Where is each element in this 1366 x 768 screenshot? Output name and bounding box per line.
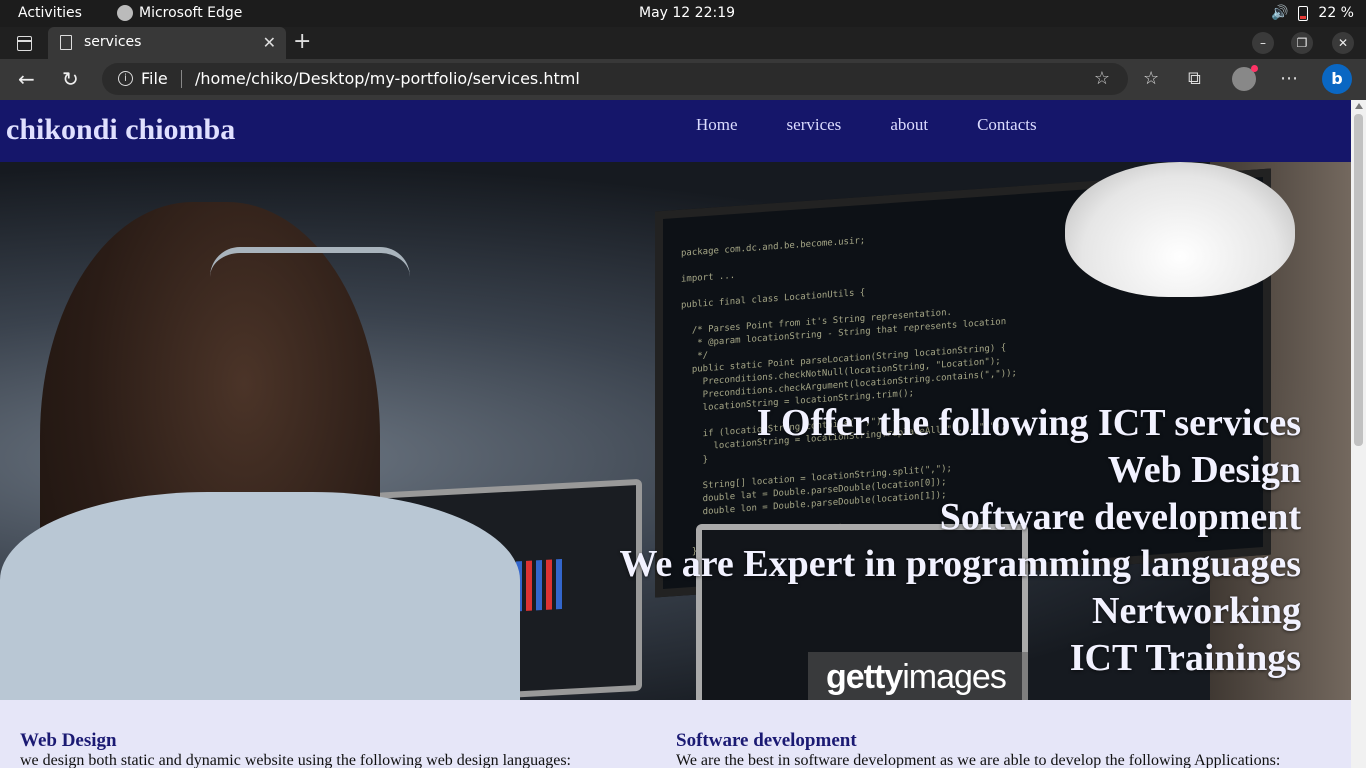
service-title: Web Design (20, 730, 117, 751)
collections-icon[interactable]: ⧉ (1188, 68, 1201, 89)
close-window-button[interactable]: ✕ (1332, 32, 1354, 54)
clock[interactable]: May 12 22:19 (639, 5, 735, 21)
app-menu[interactable]: Microsoft Edge (117, 5, 242, 21)
web-page: chikondi chiomba Home services about Con… (0, 100, 1351, 768)
battery-icon (1298, 5, 1309, 21)
plus-icon[interactable]: + (293, 29, 311, 54)
hero-banner: package com.dc.and.be.become.usir; impor… (0, 162, 1351, 700)
back-icon[interactable]: ← (18, 67, 35, 91)
address-separator (181, 70, 182, 88)
nav-home[interactable]: Home (696, 115, 738, 135)
site-brand: chikondi chiomba (6, 113, 236, 146)
edge-icon (117, 5, 133, 21)
hero-line: I Offer the following ICT services (756, 402, 1301, 444)
tab-title: services (84, 34, 142, 50)
info-icon[interactable]: i (118, 71, 133, 86)
address-bar[interactable]: i File /home/chiko/Desktop/my-portfolio/… (102, 63, 1128, 95)
hero-line: Nertworking (1092, 590, 1301, 632)
scrollbar-thumb[interactable] (1354, 114, 1363, 446)
service-title: Software development (676, 730, 857, 751)
browser-toolbar: ← ↻ i File /home/chiko/Desktop/my-portfo… (0, 59, 1366, 100)
hero-line: ICT Trainings (1069, 637, 1301, 679)
hero-line: Software development (939, 496, 1301, 538)
scroll-up-icon[interactable] (1355, 103, 1363, 109)
refresh-icon[interactable]: ↻ (62, 67, 79, 91)
address-scheme-label: File (141, 69, 168, 88)
hero-lamp (1065, 162, 1295, 297)
site-nav: Home services about Contacts (696, 115, 1086, 135)
service-software-development: Software development We are the best in … (676, 730, 1280, 768)
service-text: we design both static and dynamic websit… (20, 752, 571, 768)
minimize-button[interactable]: – (1252, 32, 1274, 54)
activities-button[interactable]: Activities (18, 5, 82, 21)
nav-services[interactable]: services (787, 115, 842, 135)
system-tray[interactable]: 🔊 22 % (1271, 5, 1354, 21)
battery-level: 22 % (1318, 5, 1354, 21)
app-name: Microsoft Edge (139, 5, 243, 21)
nav-contacts[interactable]: Contacts (977, 115, 1037, 135)
url-text[interactable]: /home/chiko/Desktop/my-portfolio/service… (195, 69, 580, 88)
hero-line: Web Design (1107, 449, 1301, 491)
page-scrollbar[interactable] (1351, 100, 1366, 768)
add-favorite-icon[interactable]: ☆ (1094, 68, 1110, 89)
hero-shirt (0, 492, 520, 700)
profile-icon[interactable] (1232, 65, 1258, 91)
tab-services[interactable]: services ✕ (48, 27, 286, 59)
volume-icon: 🔊 (1270, 5, 1289, 21)
hero-text: I Offer the following ICT services Web D… (619, 400, 1301, 682)
service-web-design: Web Design we design both static and dyn… (20, 730, 571, 768)
tab-strip: services ✕ + – ❐ ✕ (0, 27, 1366, 59)
close-icon[interactable]: ✕ (263, 33, 276, 52)
bing-icon[interactable]: b (1322, 64, 1352, 94)
document-icon (60, 35, 72, 50)
system-top-bar: Activities Microsoft Edge May 12 22:19 🔊… (0, 0, 1366, 27)
favorites-icon[interactable]: ☆ (1143, 68, 1159, 89)
restore-button[interactable]: ❐ (1291, 32, 1313, 54)
service-text: We are the best in software development … (676, 752, 1281, 768)
hero-glasses (210, 247, 410, 283)
services-section: Web Design we design both static and dyn… (0, 700, 1351, 768)
nav-about[interactable]: about (890, 115, 928, 135)
tab-actions-icon[interactable] (17, 36, 32, 51)
hero-line: We are Expert in programming languages (619, 543, 1301, 585)
site-header: chikondi chiomba Home services about Con… (0, 100, 1351, 162)
more-icon[interactable]: ⋯ (1280, 68, 1298, 89)
